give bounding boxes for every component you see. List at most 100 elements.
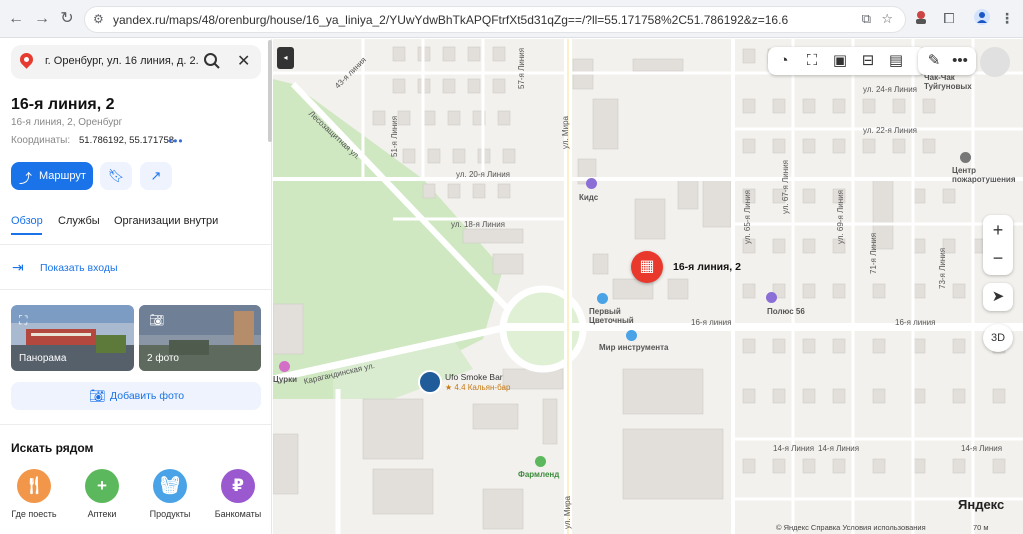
share-icon: ↗: [150, 168, 162, 183]
tsurki-poi-icon[interactable]: [279, 361, 290, 372]
place-card-panel: г. Оренбург, ул. 16 линия, д. 2. ✕ 16-я …: [0, 39, 272, 534]
search-box[interactable]: г. Оренбург, ул. 16 линия, д. 2. ✕: [11, 45, 261, 79]
ufo-bar-poi-icon[interactable]: [418, 370, 442, 394]
more-icon[interactable]: •••: [950, 51, 970, 71]
camera-icon: 📷︎: [149, 313, 165, 327]
ruler-icon[interactable]: ✎: [924, 51, 944, 71]
route-button[interactable]: ⤴ Маршрут: [11, 162, 93, 190]
fire-station-poi-icon[interactable]: [960, 152, 971, 163]
browser-toolbar: ← → ↻ ⚙ yandex.ru/maps/48/orenburg/house…: [0, 0, 1023, 38]
sidebar-scrollbar[interactable]: [268, 40, 272, 142]
street-label: 73-я Линия: [938, 247, 947, 289]
nearby-pharmacy-label: Аптеки: [87, 509, 117, 519]
profile-icon[interactable]: [973, 9, 991, 27]
share-button[interactable]: ↗: [140, 162, 172, 190]
pharmacy-cross-icon: +: [85, 469, 119, 503]
nearby-grocery[interactable]: 🧺︎ Продукты: [138, 469, 202, 519]
tab-overview[interactable]: Обзор: [11, 215, 43, 227]
user-avatar[interactable]: [980, 47, 1010, 77]
tab-organizations[interactable]: Организации внутри: [114, 215, 218, 227]
nearby-grocery-label: Продукты: [149, 509, 191, 519]
active-tab-indicator: [11, 233, 42, 235]
photo-layer-icon[interactable]: ▣: [830, 51, 850, 71]
search-input[interactable]: г. Оренбург, ул. 16 линия, д. 2.: [45, 55, 199, 67]
search-icon[interactable]: [203, 52, 221, 70]
building-marker-icon[interactable]: ▦: [631, 251, 663, 283]
poi-label[interactable]: Мир инструмента: [599, 343, 669, 352]
scale-label: 70 м: [973, 523, 989, 532]
place-address: 16-я линия, 2, Оренбург: [11, 117, 123, 128]
geolocation-button[interactable]: ➤: [983, 283, 1013, 311]
show-entrances-link[interactable]: Показать входы: [40, 262, 118, 274]
poi-label[interactable]: Первый Цветочный: [589, 307, 649, 325]
panorama-label: Панорама: [19, 353, 67, 364]
layers-toolbar: ◔ ⛶ ▣ ⊟ ▤: [768, 47, 926, 75]
nearby-atm-label: Банкоматы: [214, 509, 262, 519]
street-label: 16-я линия: [895, 318, 936, 327]
flower-shop-poi-icon[interactable]: [597, 293, 608, 304]
marker-label: 16-я линия, 2: [673, 261, 741, 273]
zoom-in-button[interactable]: +: [988, 220, 1008, 240]
pin-icon: [17, 50, 36, 69]
ruble-icon: ₽: [221, 469, 255, 503]
address-bar[interactable]: ⚙ yandex.ru/maps/48/orenburg/house/16_ya…: [84, 6, 906, 33]
nearby-atm[interactable]: ₽ Банкоматы: [206, 469, 270, 519]
pharmacy-poi-icon[interactable]: [535, 456, 546, 467]
3d-button[interactable]: 3D: [983, 324, 1013, 352]
map-roads: [273, 39, 1023, 534]
street-label: 57-я Линия: [517, 47, 526, 89]
street-label: ул. 69-я Линия: [836, 190, 845, 244]
poi-label[interactable]: Кидс: [579, 193, 598, 202]
poi-label[interactable]: Чак-Чак Туйгуновых: [924, 73, 984, 91]
site-settings-icon[interactable]: ⚙: [93, 12, 104, 26]
place-title: 16-я линия, 2: [11, 96, 115, 113]
poi-label[interactable]: Цурки: [273, 375, 297, 384]
street-label: 71-я Линия: [869, 232, 878, 274]
extensions-icon[interactable]: ⧠: [940, 9, 958, 27]
menu-icon[interactable]: ⋮: [998, 9, 1016, 27]
panorama-tile[interactable]: ⛶ Панорама: [11, 305, 134, 371]
traffic-icon[interactable]: ▤: [886, 51, 906, 71]
clear-search-icon[interactable]: ✕: [237, 51, 250, 71]
nearby-food-label: Где поесть: [11, 509, 57, 519]
entrance-icon: ⇥: [12, 259, 24, 275]
back-icon[interactable]: ←: [6, 9, 26, 29]
nearby-food[interactable]: 🍴︎ Где поесть: [2, 469, 66, 519]
collapse-panel-button[interactable]: ◂: [277, 47, 294, 69]
bookmark-button[interactable]: 🔖︎: [100, 162, 132, 190]
street-label: ул. 18-я Линия: [451, 220, 505, 229]
street-label: ул. 20-я Линия: [456, 170, 510, 179]
tab-services[interactable]: Службы: [58, 215, 100, 227]
more-dots-icon[interactable]: •••: [168, 134, 184, 148]
nearby-title: Искать рядом: [11, 441, 94, 455]
kids-poi-icon[interactable]: [586, 178, 597, 189]
nearby-pharmacy[interactable]: + Аптеки: [70, 469, 134, 519]
poi-rating: ★ 4.4 Кальян-бар: [445, 383, 511, 392]
poi-label[interactable]: Ufo Smoke Bar: [445, 372, 503, 382]
coordinates-value[interactable]: 51.786192, 55.171758: [79, 135, 174, 146]
add-photo-button[interactable]: 📷︎ Добавить фото: [11, 382, 261, 410]
copyright-text[interactable]: © Яндекс Справка Условия использования: [776, 523, 926, 532]
transport-icon[interactable]: ⊟: [858, 51, 878, 71]
3d-label: 3D: [990, 332, 1006, 344]
reload-icon[interactable]: ↻: [57, 9, 77, 29]
photos-count-label: 2 фото: [147, 353, 179, 364]
polyus-poi-icon[interactable]: [766, 292, 777, 303]
add-photo-label: Добавить фото: [110, 390, 185, 402]
layers-icon[interactable]: ◔: [774, 51, 794, 71]
extension-avatar-icon[interactable]: [912, 9, 930, 27]
install-icon[interactable]: ⧉: [862, 11, 871, 27]
panorama-layer-icon[interactable]: ⛶: [802, 51, 822, 71]
street-label: 14-я Линия: [818, 444, 860, 453]
zoom-out-button[interactable]: −: [988, 248, 1008, 268]
photos-tile[interactable]: 📷︎ 2 фото: [139, 305, 261, 371]
map-canvas[interactable]: ул. Мира ул. Мира 16-я линия 16-я линия …: [273, 39, 1023, 534]
divider: [0, 424, 271, 425]
location-arrow-icon: ➤: [991, 288, 1005, 305]
poi-label[interactable]: Фармленд: [518, 470, 559, 479]
bookmark-star-icon[interactable]: ☆: [881, 11, 893, 27]
poi-label[interactable]: Центр пожаротушения: [952, 166, 1022, 184]
tools-poi-icon[interactable]: [626, 330, 637, 341]
forward-icon[interactable]: →: [32, 9, 52, 29]
poi-label[interactable]: Полюс 56: [767, 307, 805, 316]
